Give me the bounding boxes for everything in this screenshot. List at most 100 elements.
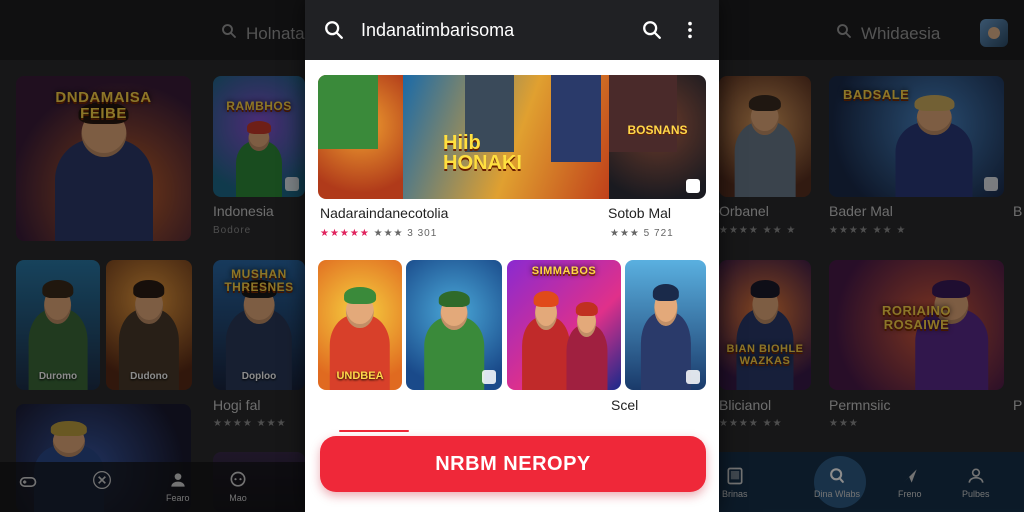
tile-art: BOSNANS [609,75,706,199]
character-art [236,141,282,197]
close-circle-icon [93,471,111,489]
app-name[interactable]: B [1013,203,1022,219]
nav-item-pulbes[interactable]: Pulbes [962,466,990,499]
app-tile[interactable]: MUSHAN THRESNES Doploo [213,260,305,390]
app-name[interactable]: Bader Mal [829,203,893,219]
app-subtitle: Bodore [213,225,252,236]
tile-title: MUSHAN THRESNES [224,267,294,294]
rating-stars: ★★★★ ★★ [719,418,783,429]
tile-title: SIMMABOS [531,265,597,277]
app-tile[interactable] [406,260,502,390]
rating-stars: ★★★ 5 721 [610,228,674,239]
app-name[interactable]: Blicianol [719,397,771,413]
tile-subtitle: Dudono [130,371,168,382]
rating-stars: ★★★★ ★★★ [213,418,287,429]
character-art [609,75,677,152]
app-tile[interactable]: RORIAINO ROSAIWE [829,260,1004,390]
avatar[interactable] [980,19,1008,47]
nav-item-mao[interactable]: Mao [228,470,248,503]
app-tile[interactable]: UNDBEA [318,260,402,390]
badge-icon [984,177,998,191]
rating-stars: ★★★★ ★★ ★ [719,225,797,236]
send-icon [903,469,917,483]
tile-subtitle: Doploo [241,371,277,382]
app-tile[interactable]: Duromo [16,260,100,390]
badge-icon [482,370,496,384]
search-icon[interactable] [323,19,345,41]
app-name[interactable]: Sotob Mal [608,205,671,221]
search-results-panel: Indanatimbarisoma Hiib HONAKI BOSNANS Na… [305,0,719,512]
app-tile[interactable]: BIAN BIOHLE WAZKAS [719,260,811,390]
app-tile[interactable]: RAMBHOS [213,76,305,197]
badge-icon [285,177,299,191]
app-tile[interactable] [719,76,811,197]
search-input[interactable]: Indanatimbarisoma [361,20,625,41]
background-search-left[interactable]: Holnata [220,22,305,45]
app-tile[interactable] [625,260,706,390]
badge-icon [686,370,700,384]
tile-title: RAMBHOS [226,99,292,113]
character-art [318,75,378,150]
character-art [424,317,484,390]
search-icon [835,22,853,45]
tile-title: BIAN BIOHLE WAZKAS [726,343,804,367]
app-tile[interactable]: BADSALE [829,76,1004,197]
tile-title: RORIAINO ROSAIWE [882,303,951,332]
tablet-icon [727,467,743,485]
nav-label: Brinas [722,489,748,499]
tile-subtitle: Duromo [38,371,78,382]
nav-label: Mao [229,493,247,503]
search-icon [830,468,844,483]
cta-divider [339,430,409,432]
character-art [54,138,153,241]
search-bar: Indanatimbarisoma [305,0,719,60]
search-submit-icon[interactable] [641,19,663,41]
profile-icon [968,468,984,483]
nav-item-games[interactable] [18,472,38,492]
featured-banner[interactable]: Hiib HONAKI BOSNANS [318,75,706,199]
nav-label: Dina Wlabs [814,489,861,499]
tile-subtitle: UNDBEA [336,370,384,382]
character-art [734,121,796,197]
chat-icon [230,471,246,487]
app-name[interactable]: Hogi fal [213,397,260,413]
nav-item-freno[interactable]: Freno [898,466,922,499]
character-art [551,75,601,162]
character-art [566,325,608,390]
character-art [521,317,570,390]
app-name[interactable]: Scel [611,397,638,413]
background-search-right[interactable]: Whidaesia [835,22,940,45]
character-art [640,312,691,390]
tile-title: BADSALE [843,87,910,102]
tile-title: BOSNANS [627,123,688,137]
gamepad-icon [19,477,37,487]
app-tile[interactable]: Dudono [106,260,192,390]
app-tile[interactable]: SIMMABOS [507,260,621,390]
nav-item-close[interactable] [92,470,112,490]
tile-title: DNDAMAISA FEIBE [55,89,152,122]
rating-stars: ★★★★★ ★★★ 3 301 [320,228,438,239]
nav-item-fearo[interactable]: Fearo [166,470,190,503]
badge-icon [686,179,700,193]
person-icon [171,473,185,487]
app-name[interactable]: P [1013,397,1022,413]
app-name[interactable]: Indonesia [213,203,274,219]
more-options-icon[interactable] [679,19,701,41]
app-tile[interactable]: DNDAMAISA FEIBE [16,76,191,241]
app-name[interactable]: Orbanel [719,203,769,219]
app-name[interactable]: Nadaraindanecotolia [320,205,448,221]
background-search-text: Whidaesia [861,23,941,43]
banner-art: Hiib HONAKI [403,75,609,199]
primary-action-button[interactable]: NRBM NEROPY [320,436,706,492]
banner-title: Hiib HONAKI [443,132,522,174]
app-tiles-row: UNDBEA SIMMABOS [318,260,706,390]
rating-stars: ★★★★ ★★ ★ [829,225,907,236]
tile-art [318,75,403,199]
nav-label: Fearo [166,493,190,503]
app-name[interactable]: Permnsiic [829,397,890,413]
character-art [895,121,973,197]
nav-item-dina-wlabs[interactable]: Dina Wlabs [814,466,860,499]
nav-label: Pulbes [962,489,990,499]
nav-item-brinas[interactable]: Brinas [722,466,748,499]
rating-stars: ★★★ [829,418,859,429]
